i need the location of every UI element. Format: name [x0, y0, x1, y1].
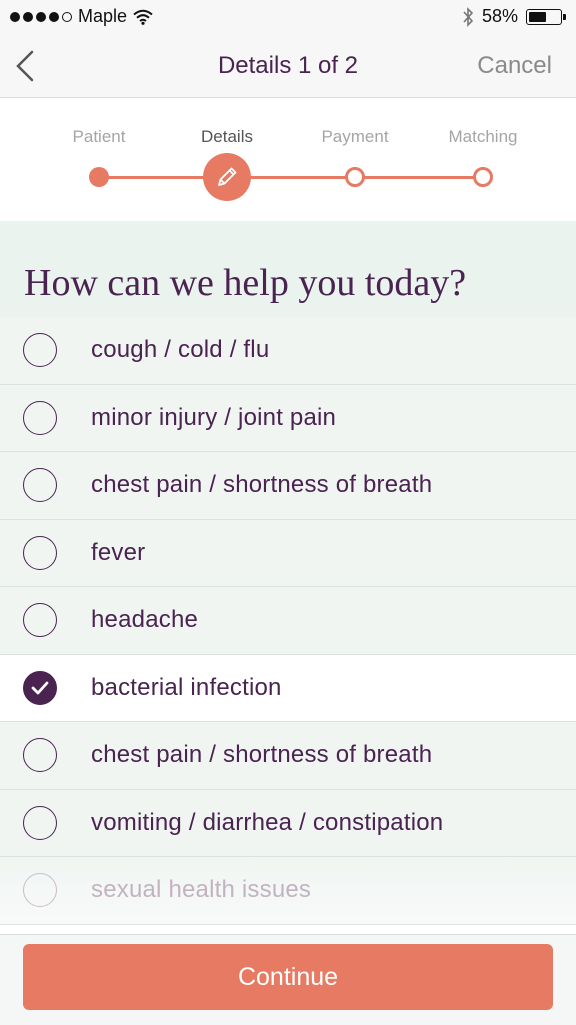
- carrier-group: Maple: [10, 6, 153, 27]
- step-label-matching: Matching: [448, 127, 518, 146]
- radio-button[interactable]: [23, 873, 57, 908]
- option-headache[interactable]: headache: [0, 587, 576, 655]
- option-bacterial-infection[interactable]: bacterial infection: [0, 654, 576, 722]
- option-label: chest pain / shortness of breath: [91, 471, 433, 499]
- status-right: 58%: [462, 6, 566, 27]
- battery-percent: 58%: [481, 6, 518, 26]
- navigation-bar: Details 1 of 2 Cancel: [0, 34, 576, 98]
- stepper-track: [99, 176, 483, 179]
- option-label: bacterial infection: [91, 673, 282, 701]
- option-label: fever: [91, 538, 146, 566]
- radio-button[interactable]: [23, 603, 57, 638]
- option-label: vomiting / diarrhea / constipation: [91, 808, 444, 836]
- option-fever[interactable]: fever: [0, 519, 576, 587]
- option-minor-injury[interactable]: minor injury / joint pain: [0, 384, 576, 452]
- radio-button[interactable]: [23, 333, 57, 368]
- option-label: headache: [91, 606, 199, 634]
- checkmark-icon: [31, 681, 49, 695]
- radio-button[interactable]: [23, 535, 57, 570]
- step-node-details: [203, 153, 251, 201]
- option-cough-cold-flu[interactable]: cough / cold / flu: [0, 317, 576, 385]
- bluetooth-icon: [463, 6, 474, 27]
- option-chest-pain[interactable]: chest pain / shortness of breath: [0, 452, 576, 520]
- option-label: sexual health issues: [91, 876, 312, 904]
- pencil-icon: [218, 167, 237, 186]
- carrier-name: Maple: [78, 6, 128, 26]
- radio-button-checked[interactable]: [23, 670, 57, 705]
- option-chest-pain-2[interactable]: chest pain / shortness of breath: [0, 722, 576, 790]
- option-label: chest pain / shortness of breath: [91, 741, 433, 769]
- battery-level: [529, 11, 546, 22]
- progress-stepper: Patient Details Payment Matching: [0, 99, 576, 221]
- step-label-details: Details: [201, 127, 253, 146]
- option-label: minor injury / joint pain: [91, 403, 337, 431]
- question-title: How can we help you today?: [24, 262, 467, 304]
- option-sexual-health[interactable]: sexual health issues: [0, 857, 576, 925]
- wifi-icon: [133, 9, 153, 25]
- option-label: cough / cold / flu: [91, 336, 270, 364]
- step-node-matching: [473, 167, 493, 187]
- question-header: How can we help you today?: [0, 221, 576, 317]
- step-label-patient: Patient: [72, 127, 126, 146]
- radio-button[interactable]: [23, 738, 57, 773]
- battery-icon: [526, 8, 566, 25]
- radio-button[interactable]: [23, 468, 57, 503]
- step-label-payment: Payment: [321, 127, 389, 146]
- options-list: cough / cold / flu minor injury / joint …: [0, 317, 576, 925]
- continue-button[interactable]: Continue: [23, 944, 553, 1010]
- step-node-patient: [89, 167, 109, 187]
- radio-button[interactable]: [23, 805, 57, 840]
- footer-bar: Continue: [0, 934, 576, 1025]
- status-bar: Maple 58%: [0, 0, 576, 34]
- radio-button[interactable]: [23, 400, 57, 435]
- signal-strength-icon: [10, 11, 72, 22]
- step-node-payment: [345, 167, 365, 187]
- option-vomiting[interactable]: vomiting / diarrhea / constipation: [0, 789, 576, 857]
- cancel-button[interactable]: Cancel: [477, 52, 552, 80]
